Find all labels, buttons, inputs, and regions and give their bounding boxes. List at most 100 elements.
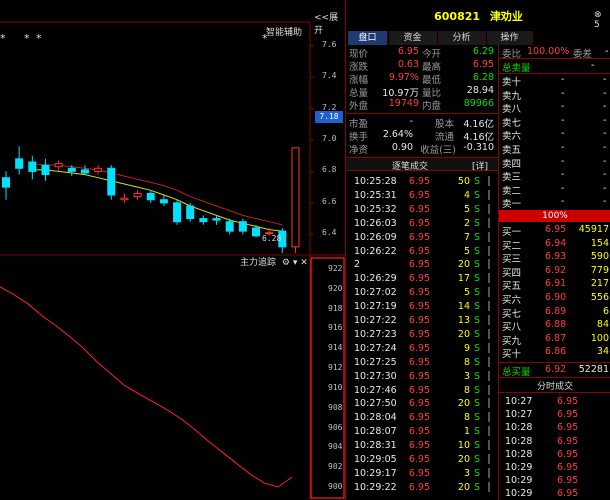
trades-list[interactable]: 10:25:28 6.95 50 S 10:25:31 6.95 4 S 10:25:32 6.9… [346, 176, 498, 500]
kline-chart[interactable] [0, 0, 345, 256]
trade-side: S [474, 342, 481, 354]
trade-time: 10:28:04 [354, 412, 397, 424]
quote-value: 6.29 [472, 46, 494, 57]
buy-level-volume: 6 [602, 305, 609, 317]
sell-level-volume: - [603, 114, 607, 126]
buy-level-label: 买八 [502, 322, 522, 334]
trade-price: 6.95 [408, 287, 430, 299]
tab-caozuo[interactable]: 操作 [487, 31, 533, 45]
trade-price: 6.95 [408, 328, 430, 340]
sell-level-price: - [561, 182, 565, 194]
trade-volume: 1 [463, 426, 470, 438]
follow-axis-tick: 914 [328, 343, 343, 353]
sell-level-label: 卖四 [502, 158, 522, 170]
quote-label: 涨跌 [349, 62, 369, 73]
price-axis-tick: 7.2 [322, 102, 337, 112]
trade-divider [488, 356, 490, 367]
current-price-marker: 7.18 [315, 111, 343, 123]
trade-time: 10:29:17 [354, 467, 397, 479]
trade-volume: 14 [457, 301, 470, 313]
candle-body [186, 205, 195, 220]
trade-time: 10:27:19 [354, 301, 397, 313]
quote-label: 内盘 [422, 101, 442, 112]
trade-volume: 2 [463, 217, 470, 229]
trade-time: 10:27:30 [354, 370, 397, 382]
follow-axis-tick: 902 [328, 462, 343, 472]
candle-body [67, 167, 76, 172]
book-separator [499, 362, 610, 363]
sell-level-price: - [561, 196, 565, 208]
quote-value: 10.97万 [382, 88, 419, 99]
trade-price: 6.95 [408, 315, 430, 326]
sell-level-price: - [561, 142, 565, 153]
trade-time: 10:25:28 [354, 176, 397, 187]
buy-level-price: 6.90 [545, 292, 567, 303]
quote-value: 6.95 [397, 46, 419, 57]
candle-body [212, 218, 221, 221]
total-buy-label: 总买量 [502, 367, 531, 378]
trade-divider [488, 203, 490, 214]
sell-level-label: 卖五 [502, 145, 522, 156]
trade-time: 10:27:46 [354, 384, 397, 396]
trade-time: 10:26:29 [354, 273, 397, 285]
trade-price: 6.95 [408, 245, 430, 257]
trade-side: S [474, 315, 481, 326]
trade-volume: 20 [457, 328, 470, 340]
sell-level-volume: - [603, 155, 607, 167]
trade-price: 6.95 [408, 273, 430, 285]
trade-divider [488, 342, 490, 353]
buy-level-label: 买十 [502, 349, 522, 361]
main-force-chart[interactable] [0, 256, 345, 500]
trade-divider [488, 384, 490, 395]
minute-trade-price: 6.95 [557, 409, 579, 421]
total-buy-vol: 52281 [578, 364, 609, 375]
follow-axis-tick: 920 [328, 283, 343, 293]
fund-value: 4.16亿 [463, 119, 494, 130]
follow-axis-tick: 918 [328, 303, 343, 313]
trade-divider [488, 259, 490, 270]
trades-detail-button[interactable]: [详] [472, 159, 488, 172]
trade-divider [488, 301, 490, 312]
stock-code: 600821 [434, 10, 481, 23]
buy-level-label: 买一 [502, 227, 522, 238]
buy-level-volume: 154 [590, 237, 609, 249]
quote-label: 涨幅 [349, 75, 369, 86]
trade-side: S [474, 356, 481, 368]
follow-axis-tick: 908 [328, 402, 343, 412]
total-sell-label: 总卖量 [502, 63, 531, 74]
trade-time: 10:26:09 [354, 231, 397, 243]
tab-pankou[interactable]: 盘口 [348, 31, 388, 45]
trade-time: 10:29:05 [354, 454, 397, 465]
trade-side: S [474, 273, 481, 285]
trade-volume: 7 [463, 231, 470, 243]
trade-side: S [474, 287, 481, 299]
buy-level-volume: 84 [596, 319, 609, 331]
trade-side: S [474, 454, 481, 465]
sell-level-label: 卖九 [502, 90, 522, 102]
sell-level-price: - [561, 74, 565, 85]
candle-body [146, 192, 155, 201]
follow-axis-tick: 906 [328, 422, 343, 432]
trade-divider [488, 440, 490, 451]
fund-label: 流通 [434, 132, 454, 143]
quote-value: 89966 [463, 98, 494, 109]
buy-level-label: 买五 [502, 281, 522, 293]
trade-side: S [474, 412, 481, 424]
window-close-button[interactable]: ⊗ 5 [594, 10, 610, 30]
chart-area[interactable]: <<展开 智能辅助 * * * * 7.18 6.28 主力追踪 ⚙ ▾ ✕ 7… [0, 0, 345, 500]
trade-volume: 5 [463, 287, 470, 299]
fund-label: 净资 [349, 145, 369, 156]
smart-assist-label[interactable]: 智能辅助 [266, 25, 302, 38]
sell-level-price: - [561, 169, 565, 181]
follow-axis-tick: 922 [328, 263, 343, 273]
trade-price: 6.95 [408, 259, 430, 271]
collapse-toggle[interactable]: <<展开 [314, 10, 345, 36]
tab-zijin[interactable]: 资金 [389, 31, 437, 45]
trade-price: 6.95 [408, 189, 430, 201]
tab-fenxi[interactable]: 分析 [438, 31, 486, 45]
star-marker: * [0, 32, 6, 45]
minute-trade-time: 10:28 [505, 448, 533, 460]
candle-body [159, 199, 168, 204]
trade-divider [488, 467, 490, 478]
trade-time: 10:26:03 [354, 217, 397, 229]
